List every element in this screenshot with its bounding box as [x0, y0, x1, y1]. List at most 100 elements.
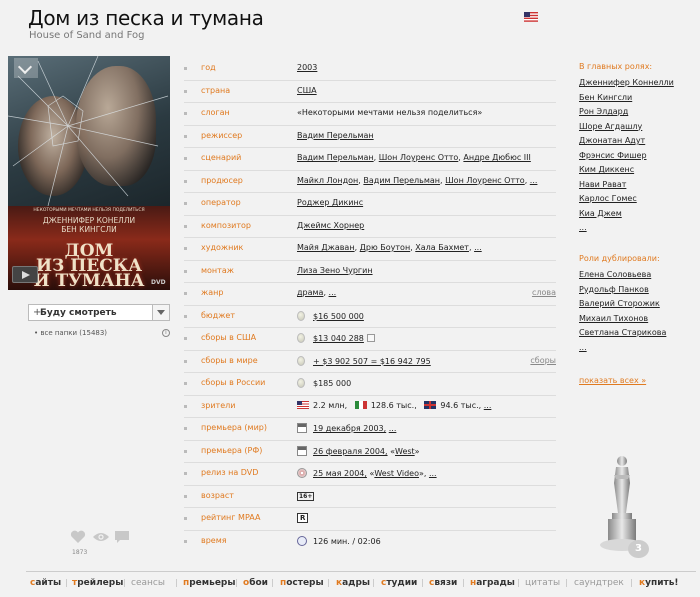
play-icon	[22, 271, 30, 279]
expand-icon[interactable]	[366, 334, 375, 342]
nav-buy[interactable]: купить!	[639, 578, 679, 588]
disc-icon	[297, 468, 307, 478]
age-rating-badge[interactable]: 16+	[297, 491, 315, 501]
runtime-value: 126 мин. / 02:06	[313, 536, 381, 546]
comment-icon[interactable]	[114, 530, 130, 544]
nav-premieres[interactable]: премьеры	[183, 578, 236, 588]
actor-link[interactable]: Карлос Гомес	[579, 194, 694, 209]
budget-link[interactable]: $16 500 000	[313, 312, 364, 321]
artist-link[interactable]: Хала Бахмет	[415, 243, 469, 252]
writer-link[interactable]: Вадим Перельман	[297, 153, 374, 162]
info-row-country: страна США	[184, 81, 556, 103]
composer-link[interactable]: Джеймс Хорнер	[297, 221, 364, 230]
us-flag-icon	[297, 400, 309, 409]
nav-links[interactable]: связи	[429, 578, 457, 588]
nav-posters[interactable]: постеры	[280, 578, 324, 588]
gross-link[interactable]: сборы	[530, 356, 556, 365]
info-row-time: время 126 мин. / 02:06	[184, 531, 556, 554]
dvd-logo: DVD	[151, 279, 166, 286]
heart-icon[interactable]	[70, 530, 86, 544]
year-link[interactable]: 2003	[297, 63, 317, 72]
actor-link[interactable]: Нави Рават	[579, 180, 694, 195]
premiere-world-link[interactable]: 19 декабря 2003,	[313, 424, 386, 433]
dubber-link[interactable]: Елена Соловьева	[579, 270, 694, 285]
coin-icon	[297, 310, 305, 321]
producer-link[interactable]: Шон Лоуренс Отто	[445, 176, 525, 185]
more-link[interactable]: ...	[389, 424, 397, 433]
actor-link[interactable]: Дженнифер Коннелли	[579, 78, 694, 93]
nav-quotes[interactable]: цитаты	[525, 578, 560, 588]
dubber-link[interactable]: Михаил Тихонов	[579, 314, 694, 329]
nav-sessions[interactable]: сеансы	[131, 578, 165, 588]
keywords-link[interactable]: слова	[532, 288, 556, 297]
more-link[interactable]: ...	[329, 288, 337, 297]
poster-cast-2: БЕН КИНГСЛИ	[61, 225, 117, 234]
operator-link[interactable]: Роджер Дикинс	[297, 198, 363, 207]
info-key: художник	[201, 243, 244, 252]
nav-trailers[interactable]: трейлеры	[72, 578, 123, 588]
info-row-composer: композитор Джеймс Хорнер	[184, 216, 556, 238]
usa-gross-link[interactable]: $13 040 288	[313, 334, 364, 343]
actor-link[interactable]: Фрэнсис Фишер	[579, 151, 694, 166]
writer-link[interactable]: Андре Дюбюс III	[463, 153, 530, 162]
more-link[interactable]: ...	[484, 401, 492, 410]
actor-link[interactable]: Киа Джем	[579, 209, 694, 224]
info-row-mpaa: рейтинг MPAA R	[184, 508, 556, 531]
genre-link[interactable]: драма	[297, 288, 323, 297]
writer-link[interactable]: Шон Лоуренс Отто	[379, 153, 459, 162]
dubbing-header: Роли дублировали:	[579, 254, 660, 263]
artist-link[interactable]: Дрю Боутон	[360, 243, 411, 252]
country-link[interactable]: США	[297, 86, 317, 95]
dubber-link[interactable]: Рудольф Панков	[579, 285, 694, 300]
info-icon[interactable]: i	[162, 329, 170, 337]
info-key: бюджет	[201, 310, 235, 320]
play-trailer-button[interactable]	[12, 266, 38, 283]
dropdown-arrow-icon[interactable]	[152, 305, 169, 320]
dvd-date-link[interactable]: 25 мая 2004,	[313, 469, 367, 478]
bookmark-corner-icon[interactable]	[14, 58, 38, 78]
producer-link[interactable]: Майкл Лондон	[297, 176, 358, 185]
eye-icon[interactable]	[92, 531, 110, 543]
world-gross-link[interactable]: + $3 902 507 = $16 942 795	[313, 357, 431, 366]
mpaa-rating-badge[interactable]: R	[297, 513, 309, 523]
more-dubbers-link[interactable]: ...	[579, 343, 694, 358]
more-link[interactable]: ...	[530, 176, 538, 185]
actor-link[interactable]: Бен Кингсли	[579, 93, 694, 108]
actor-link[interactable]: Ким Диккенс	[579, 165, 694, 180]
will-watch-dropdown[interactable]: + Буду смотреть	[28, 304, 170, 321]
producer-link[interactable]: Вадим Перельман	[363, 176, 440, 185]
more-link[interactable]: ...	[474, 243, 482, 252]
film-info-table: год 2003 страна США слоган «Некоторыми м…	[184, 58, 556, 553]
dubber-link[interactable]: Валерий Сторожик	[579, 299, 694, 314]
actor-link[interactable]: Рон Элдард	[579, 107, 694, 122]
movie-poster[interactable]: НЕКОТОРЫМИ МЕЧТАМИ НЕЛЬЗЯ ПОДЕЛИТЬСЯ ДЖЕ…	[8, 56, 170, 290]
premiere-rf-link[interactable]: 26 февраля 2004,	[313, 447, 388, 456]
info-row-director: режиссер Вадим Перельман	[184, 126, 556, 148]
artist-link[interactable]: Майя Джаван	[297, 243, 355, 252]
info-key: слоган	[201, 108, 230, 117]
nav-soundtrack[interactable]: саундтрек	[574, 578, 624, 588]
director-link[interactable]: Вадим Перельман	[297, 131, 374, 140]
nav-wallpapers[interactable]: обои	[243, 578, 268, 588]
dubber-link[interactable]: Светлана Старикова	[579, 328, 694, 343]
oscar-statuette-icon[interactable]	[596, 453, 656, 558]
editor-link[interactable]: Лиза Зено Чургин	[297, 266, 373, 275]
actor-link[interactable]: Джонатан Адут	[579, 136, 694, 151]
dvd-distributor-link[interactable]: West Video	[374, 469, 419, 478]
nav-awards[interactable]: награды	[470, 578, 515, 588]
distributor-link[interactable]: West	[395, 447, 415, 456]
nav-sites[interactable]: сайты	[30, 578, 61, 588]
more-cast-link[interactable]: ...	[579, 223, 694, 238]
main-cast-header: В главных ролях:	[579, 62, 653, 71]
clock-icon	[297, 535, 307, 546]
actor-link[interactable]: Шоре Агдашлу	[579, 122, 694, 137]
all-folders-link[interactable]: • все папки (15483)	[34, 329, 107, 337]
nav-stills[interactable]: кадры	[336, 578, 370, 588]
nav-studios[interactable]: студии	[381, 578, 417, 588]
film-page: Дом из песка и тумана House of Sand and …	[0, 0, 700, 597]
info-key: возраст	[201, 490, 234, 500]
show-all-link[interactable]: показать всех »	[579, 376, 646, 385]
info-row-usa-gross: сборы в США $13 040 288	[184, 328, 556, 351]
more-link[interactable]: ...	[429, 469, 437, 478]
us-flag-icon[interactable]	[524, 12, 538, 22]
